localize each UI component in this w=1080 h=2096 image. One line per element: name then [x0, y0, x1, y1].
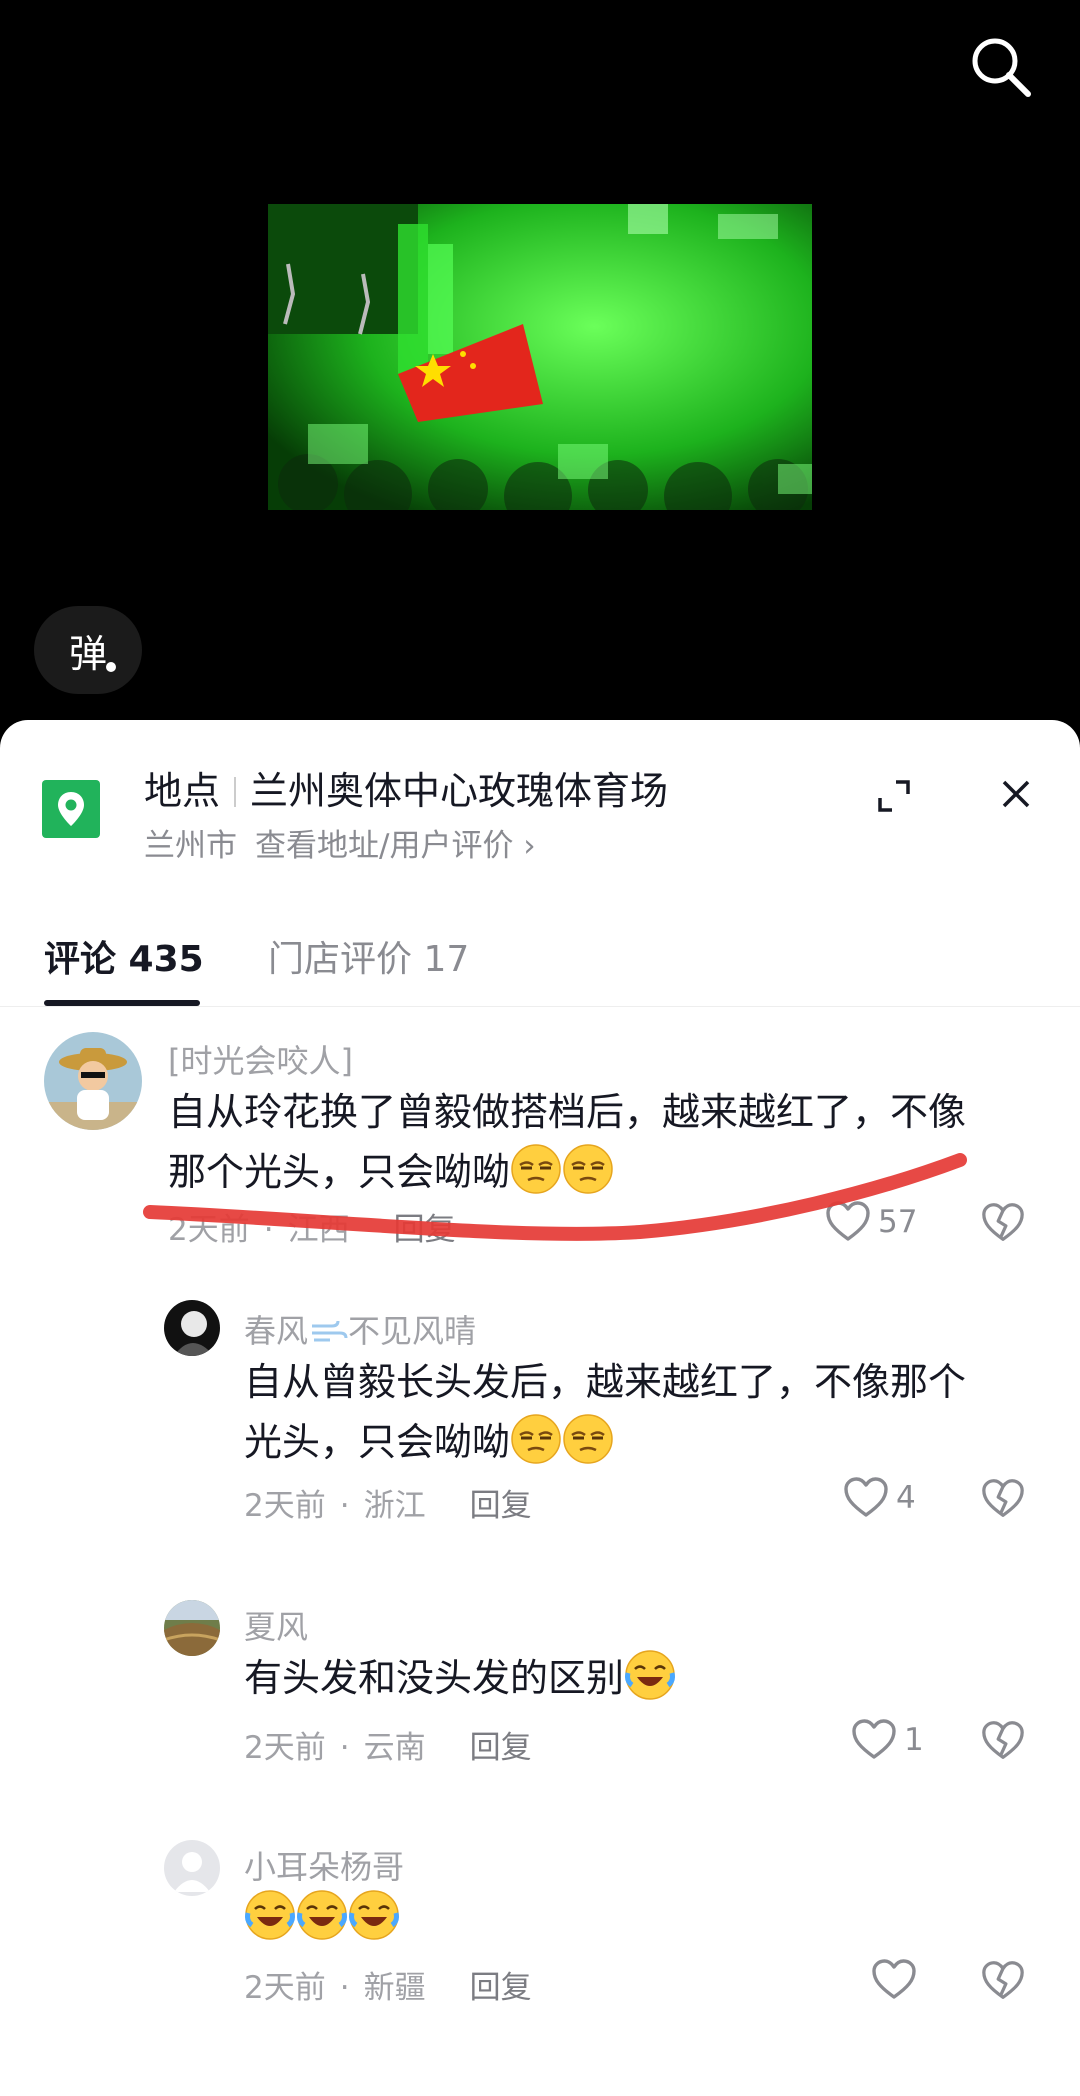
like-count: 4: [896, 1480, 916, 1516]
collapse-icon[interactable]: [874, 776, 914, 816]
like-count: 57: [878, 1204, 918, 1240]
reply-text-line: 有头发和没头发的区别: [244, 1648, 1044, 1708]
reply-button[interactable]: 回复: [394, 1204, 456, 1249]
comment-text-line: 那个光头，只会呦呦: [168, 1142, 1048, 1202]
comment-text-line: 自从玲花换了曾毅做搭档后，越来越红了，不像: [168, 1090, 967, 1134]
danmaku-toggle-button[interactable]: 弹: [34, 606, 142, 694]
laugh-cry-emoji-icon: [296, 1889, 348, 1941]
reply-time: 2天前: [244, 1970, 326, 2006]
reply-button[interactable]: 回复: [470, 1722, 532, 1767]
dislike-icon[interactable]: [980, 1200, 1026, 1246]
smirk-emoji-icon: [510, 1143, 562, 1195]
video-thumbnail[interactable]: [268, 204, 812, 510]
address-link[interactable]: 查看地址/用户评价 ›: [255, 828, 536, 864]
reply-username[interactable]: 春风 不见风晴: [244, 1306, 476, 1352]
like-button[interactable]: 4: [842, 1474, 916, 1522]
comment-text[interactable]: 自从玲花换了曾毅做搭档后，越来越红了，不像 那个光头，只会呦呦: [168, 1082, 1048, 1202]
comment-meta: 2天前 · 江西 回复: [168, 1204, 456, 1249]
smirk-emoji-icon: [562, 1413, 614, 1465]
title-divider: [234, 777, 237, 807]
heart-icon: [842, 1474, 890, 1522]
laugh-cry-emoji-icon: [244, 1889, 296, 1941]
comment-region: 江西: [287, 1212, 350, 1248]
reply-button[interactable]: 回复: [470, 1480, 532, 1525]
smirk-emoji-icon: [510, 1413, 562, 1465]
comment-time: 2天前: [168, 1212, 250, 1248]
reply-text[interactable]: [244, 1888, 1044, 1948]
location-pin-icon: [42, 780, 100, 838]
reply-text[interactable]: 自从曾毅长头发后，越来越红了，不像那个 光头，只会呦呦: [244, 1352, 1044, 1472]
dislike-icon[interactable]: [980, 1718, 1026, 1764]
like-count: 1: [904, 1722, 924, 1758]
reply-text-line: 自从曾毅长头发后，越来越红了，不像那个: [244, 1360, 967, 1404]
reply-text[interactable]: 有头发和没头发的区别: [244, 1648, 1044, 1708]
tab-comments[interactable]: 评论 435: [44, 930, 204, 982]
reply-region: 新疆: [363, 1970, 426, 2006]
avatar[interactable]: [164, 1300, 220, 1356]
avatar[interactable]: [44, 1032, 142, 1130]
reply-text-content: 有头发和没头发的区别: [244, 1656, 625, 1700]
location-name: 兰州奥体中心玫瑰体育场: [250, 769, 669, 813]
like-heart-icon[interactable]: [870, 1956, 918, 2004]
reply-username[interactable]: 小耳朵杨哥: [244, 1842, 404, 1888]
wind-emoji-icon: [312, 1320, 348, 1342]
reply-username[interactable]: 夏风: [244, 1602, 308, 1648]
location-title[interactable]: 地点 兰州奥体中心玫瑰体育场: [144, 760, 668, 815]
like-button[interactable]: 1: [850, 1716, 924, 1764]
reply-text-line: 光头，只会呦呦: [244, 1412, 1044, 1472]
reply-meta: 2天前 · 浙江 回复: [244, 1480, 532, 1525]
reply-text-line: [244, 1888, 1044, 1948]
reply-time: 2天前: [244, 1730, 326, 1766]
avatar[interactable]: [164, 1840, 220, 1896]
tab-active-indicator: [44, 1000, 200, 1006]
dislike-icon[interactable]: [980, 1476, 1026, 1522]
location-subtitle[interactable]: 兰州市 查看地址/用户评价 ›: [144, 820, 536, 865]
location-prefix: 地点: [144, 769, 221, 813]
comment-sheet: 地点 兰州奥体中心玫瑰体育场 兰州市 查看地址/用户评价 › 评论 435 门店评价…: [0, 720, 1080, 2096]
tab-bar: 评论 435 门店评价 17: [0, 896, 1080, 1007]
location-city: 兰州市: [144, 828, 237, 864]
danmaku-dot-icon: [104, 660, 118, 674]
comment-username[interactable]: [时光会咬人]: [168, 1036, 353, 1082]
danmaku-label: 弹: [68, 631, 107, 676]
reply-meta: 2天前 · 云南 回复: [244, 1722, 532, 1767]
reply-meta: 2天前 · 新疆 回复: [244, 1962, 532, 2007]
laugh-cry-emoji-icon: [348, 1889, 400, 1941]
close-icon[interactable]: [996, 774, 1036, 814]
smirk-emoji-icon: [562, 1143, 614, 1195]
heart-icon: [850, 1716, 898, 1764]
username-part: 不见风晴: [348, 1312, 477, 1350]
search-icon[interactable]: [968, 34, 1034, 100]
heart-icon: [824, 1198, 872, 1246]
username-part: 春风: [244, 1312, 309, 1350]
like-button[interactable]: 57: [824, 1198, 917, 1246]
video-area[interactable]: 弹: [0, 0, 1080, 720]
reply-button[interactable]: 回复: [470, 1962, 532, 2007]
reply-region: 浙江: [363, 1488, 426, 1524]
reply-region: 云南: [363, 1730, 426, 1766]
reply-time: 2天前: [244, 1488, 326, 1524]
reply-text-line-2: 光头，只会呦呦: [244, 1420, 511, 1464]
comment-text-line-2: 那个光头，只会呦呦: [168, 1150, 511, 1194]
dislike-icon[interactable]: [980, 1958, 1026, 2004]
laugh-cry-emoji-icon: [624, 1649, 676, 1701]
tab-store-reviews[interactable]: 门店评价 17: [268, 930, 469, 982]
avatar[interactable]: [164, 1600, 220, 1656]
